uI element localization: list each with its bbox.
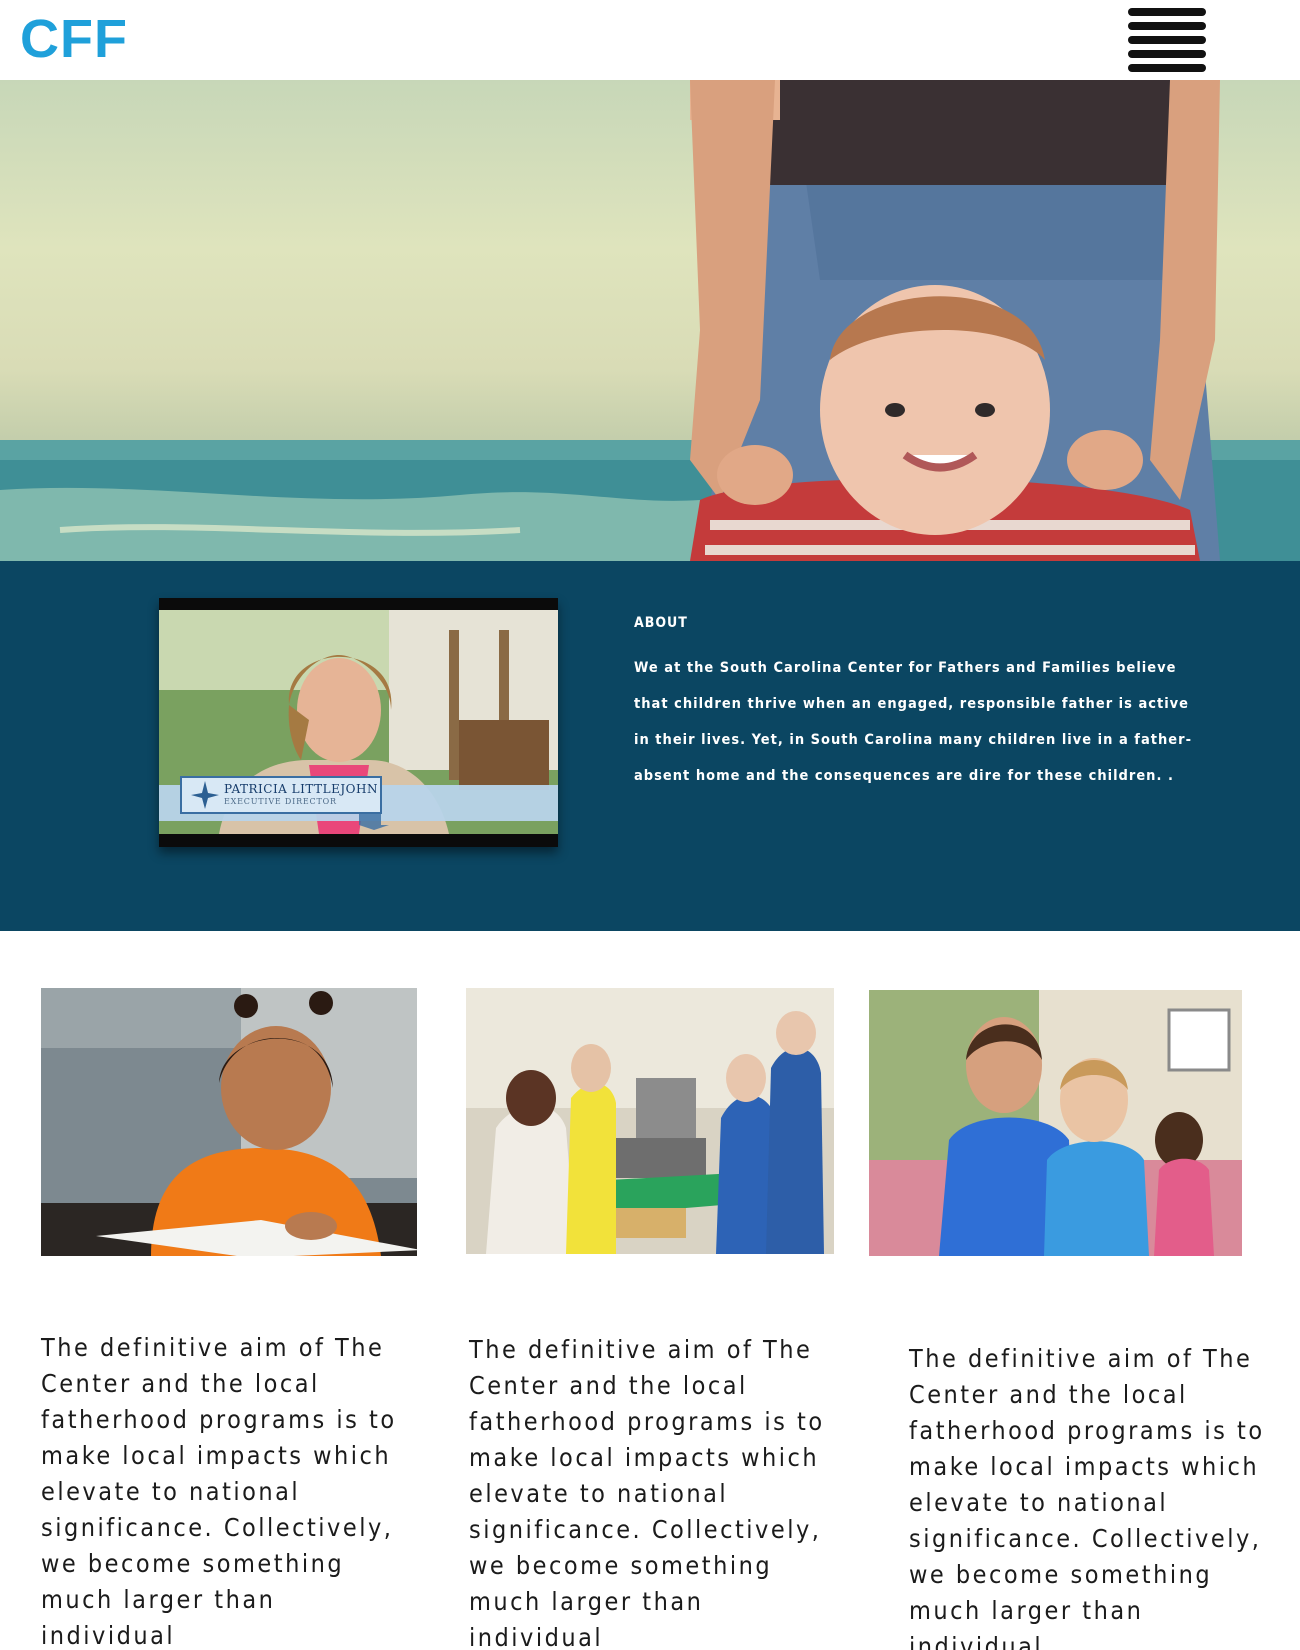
card-text-3: The definitive aim of The Center and the… (909, 1344, 1265, 1650)
video-caption-name: PATRICIA LITTLEJOHN (224, 782, 378, 796)
about-body: We at the South Carolina Center for Fath… (634, 660, 1192, 784)
card-image-boys[interactable] (869, 990, 1242, 1256)
card-image-kitchen[interactable] (466, 988, 834, 1254)
card-text-1: The definitive aim of The Center and the… (41, 1333, 397, 1650)
card-text-2: The definitive aim of The Center and the… (469, 1335, 825, 1650)
video-caption-title: EXECUTIVE DIRECTOR (224, 797, 337, 806)
hero-image (0, 80, 1300, 561)
card-image-girl[interactable] (41, 988, 417, 1256)
about-heading: ABOUT (634, 615, 688, 631)
intro-video-thumbnail[interactable]: PATRICIA LITTLEJOHN EXECUTIVE DIRECTOR (159, 598, 558, 847)
hamburger-menu-button[interactable] (1128, 8, 1206, 74)
site-logo[interactable]: CFF (20, 12, 128, 66)
site-header: CFF (0, 0, 1300, 80)
